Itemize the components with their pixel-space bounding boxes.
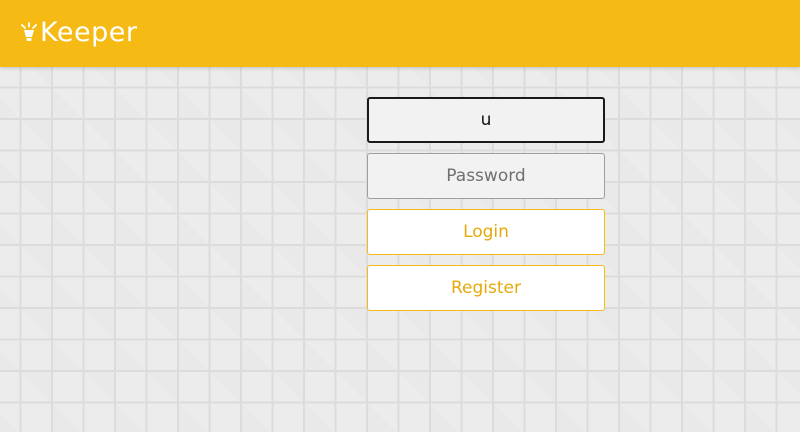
brand[interactable]: Keeper (20, 17, 137, 48)
username-input[interactable] (367, 97, 605, 143)
login-form: Login Register (367, 97, 605, 321)
app-header: Keeper (0, 0, 800, 67)
lamp-icon (20, 21, 38, 44)
login-button[interactable]: Login (367, 209, 605, 255)
password-input[interactable] (367, 153, 605, 199)
brand-name: Keeper (40, 17, 138, 48)
register-button[interactable]: Register (367, 265, 605, 311)
